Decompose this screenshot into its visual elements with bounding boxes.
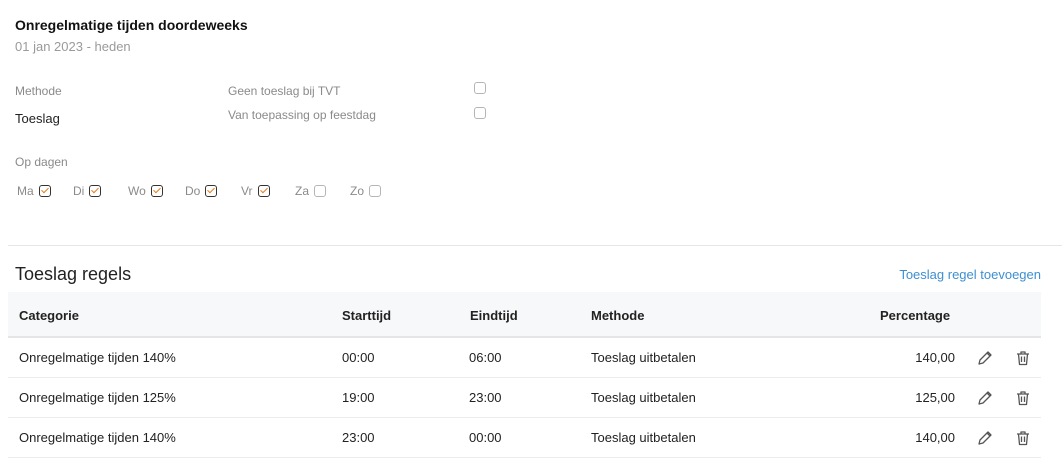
day-label: Wo: [128, 184, 146, 198]
no-toeslag-tvt-label: Geen toeslag bij TVT: [228, 84, 341, 98]
cell-end: 23:00: [469, 390, 502, 405]
method-value: Toeslag: [15, 111, 60, 126]
holiday-label: Van toepassing op feestdag: [228, 108, 376, 122]
table-row: Onregelmatige tijden 140% 23:00 00:00 To…: [8, 418, 1041, 458]
method-label: Methode: [15, 84, 62, 98]
day-checkbox[interactable]: [369, 185, 382, 197]
day-checkbox[interactable]: [205, 185, 218, 197]
section-divider: [8, 245, 1062, 246]
day-label: Do: [185, 184, 201, 198]
pencil-icon[interactable]: [976, 389, 994, 407]
holiday-checkbox[interactable]: [474, 107, 486, 119]
day-do[interactable]: Do: [185, 183, 218, 199]
cell-end: 06:00: [469, 350, 502, 365]
day-checkbox[interactable]: [257, 185, 270, 197]
day-label: Za: [295, 184, 310, 198]
cell-start: 00:00: [342, 350, 375, 365]
day-ma[interactable]: Ma: [17, 183, 51, 199]
days-label: Op dagen: [15, 155, 68, 169]
day-checkbox[interactable]: [38, 185, 51, 197]
table-row: Onregelmatige tijden 140% 00:00 06:00 To…: [8, 338, 1041, 378]
column-header-category[interactable]: Categorie: [19, 308, 79, 323]
rules-title: Toeslag regels: [15, 264, 132, 284]
column-header-end[interactable]: Eindtijd: [470, 308, 518, 323]
day-checkbox[interactable]: [150, 185, 163, 197]
cell-category: Onregelmatige tijden 125%: [19, 390, 176, 405]
cell-end: 00:00: [469, 430, 502, 445]
no-toeslag-tvt-checkbox[interactable]: [474, 82, 486, 94]
day-label: Vr: [241, 184, 253, 198]
pencil-icon[interactable]: [976, 429, 994, 447]
page-title: Onregelmatige tijden doordeweeks: [15, 17, 248, 33]
day-checkbox[interactable]: [89, 185, 102, 197]
day-label: Ma: [17, 184, 34, 198]
cell-percentage: 140,00: [915, 430, 955, 445]
period-text: 01 jan 2023 - heden: [15, 39, 131, 54]
cell-start: 23:00: [342, 430, 375, 445]
cell-start: 19:00: [342, 390, 375, 405]
pencil-icon[interactable]: [976, 349, 994, 367]
column-header-method[interactable]: Methode: [591, 308, 644, 323]
day-di[interactable]: Di: [73, 183, 102, 199]
day-label: Zo: [350, 184, 365, 198]
cell-method: Toeslag uitbetalen: [591, 350, 696, 365]
table-header: Categorie Starttijd Eindtijd Methode Per…: [8, 292, 1041, 338]
day-label: Di: [73, 184, 85, 198]
cell-percentage: 140,00: [915, 350, 955, 365]
cell-category: Onregelmatige tijden 140%: [19, 430, 176, 445]
cell-percentage: 125,00: [915, 390, 955, 405]
column-header-start[interactable]: Starttijd: [342, 308, 391, 323]
day-wo[interactable]: Wo: [128, 183, 163, 199]
column-header-percentage[interactable]: Percentage: [880, 308, 950, 323]
trash-icon[interactable]: [1014, 429, 1032, 447]
cell-category: Onregelmatige tijden 140%: [19, 350, 176, 365]
day-za[interactable]: Za: [295, 183, 327, 199]
trash-icon[interactable]: [1014, 389, 1032, 407]
add-rule-link[interactable]: Toeslag regel toevoegen: [899, 267, 1041, 282]
table-row: Onregelmatige tijden 125% 19:00 23:00 To…: [8, 378, 1041, 418]
day-vr[interactable]: Vr: [241, 183, 270, 199]
cell-method: Toeslag uitbetalen: [591, 430, 696, 445]
cell-method: Toeslag uitbetalen: [591, 390, 696, 405]
day-zo[interactable]: Zo: [350, 183, 382, 199]
day-checkbox[interactable]: [314, 185, 327, 197]
trash-icon[interactable]: [1014, 349, 1032, 367]
